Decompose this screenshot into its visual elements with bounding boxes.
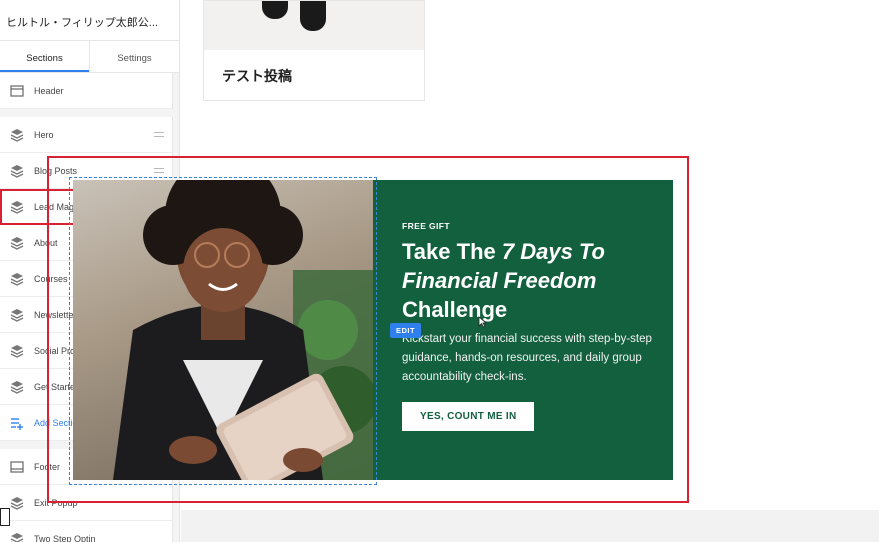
add-list-icon	[11, 417, 23, 430]
layers-icon	[10, 128, 24, 142]
image-selection-outline	[69, 177, 377, 485]
layers-icon	[10, 496, 24, 510]
post-title[interactable]: テスト投稿	[204, 50, 424, 86]
layers-icon	[10, 236, 24, 250]
blog-post-card[interactable]: テスト投稿	[203, 0, 425, 101]
layers-icon	[10, 380, 24, 394]
layers-icon	[10, 308, 24, 322]
layers-icon	[10, 532, 24, 542]
next-section-strip	[181, 510, 879, 542]
lead-magnet-headline[interactable]: Take The 7 Days To Financial Freedom Cha…	[402, 237, 653, 324]
lead-magnet-description[interactable]: Kickstart your financial success with st…	[402, 330, 653, 387]
post-image	[204, 1, 424, 50]
resize-handle[interactable]	[0, 508, 10, 526]
drag-handle-icon[interactable]	[154, 132, 164, 137]
layers-icon	[10, 344, 24, 358]
edit-button[interactable]: EDIT	[390, 323, 422, 338]
section-item-label: Two Step Optin	[34, 533, 96, 542]
sidebar-tabs: Sections Settings	[0, 40, 179, 73]
headline-part-1: Take The	[402, 239, 502, 264]
section-item-label: Header	[34, 85, 64, 96]
section-item-label: Hero	[34, 129, 54, 140]
section-item-hero[interactable]: Hero	[0, 117, 172, 153]
header-layout-icon	[10, 84, 24, 97]
tab-sections[interactable]: Sections	[0, 41, 89, 72]
header-group: Header	[0, 73, 173, 109]
site-title[interactable]: ヒルトル・フィリップ太郎公...	[0, 0, 179, 40]
layers-icon	[10, 272, 24, 286]
section-item-header[interactable]: Header	[0, 73, 172, 109]
headline-part-2: Challenge	[402, 297, 508, 322]
cta-button[interactable]: YES, COUNT ME IN	[402, 402, 535, 431]
layers-icon	[10, 164, 24, 178]
lead-magnet-eyebrow[interactable]: FREE GIFT	[402, 221, 653, 231]
tab-settings[interactable]: Settings	[89, 41, 179, 72]
section-item-two-step-optin[interactable]: Two Step Optin	[0, 521, 172, 542]
footer-layout-icon	[10, 460, 24, 473]
mouse-cursor-icon	[478, 316, 487, 328]
layers-icon	[10, 200, 24, 214]
